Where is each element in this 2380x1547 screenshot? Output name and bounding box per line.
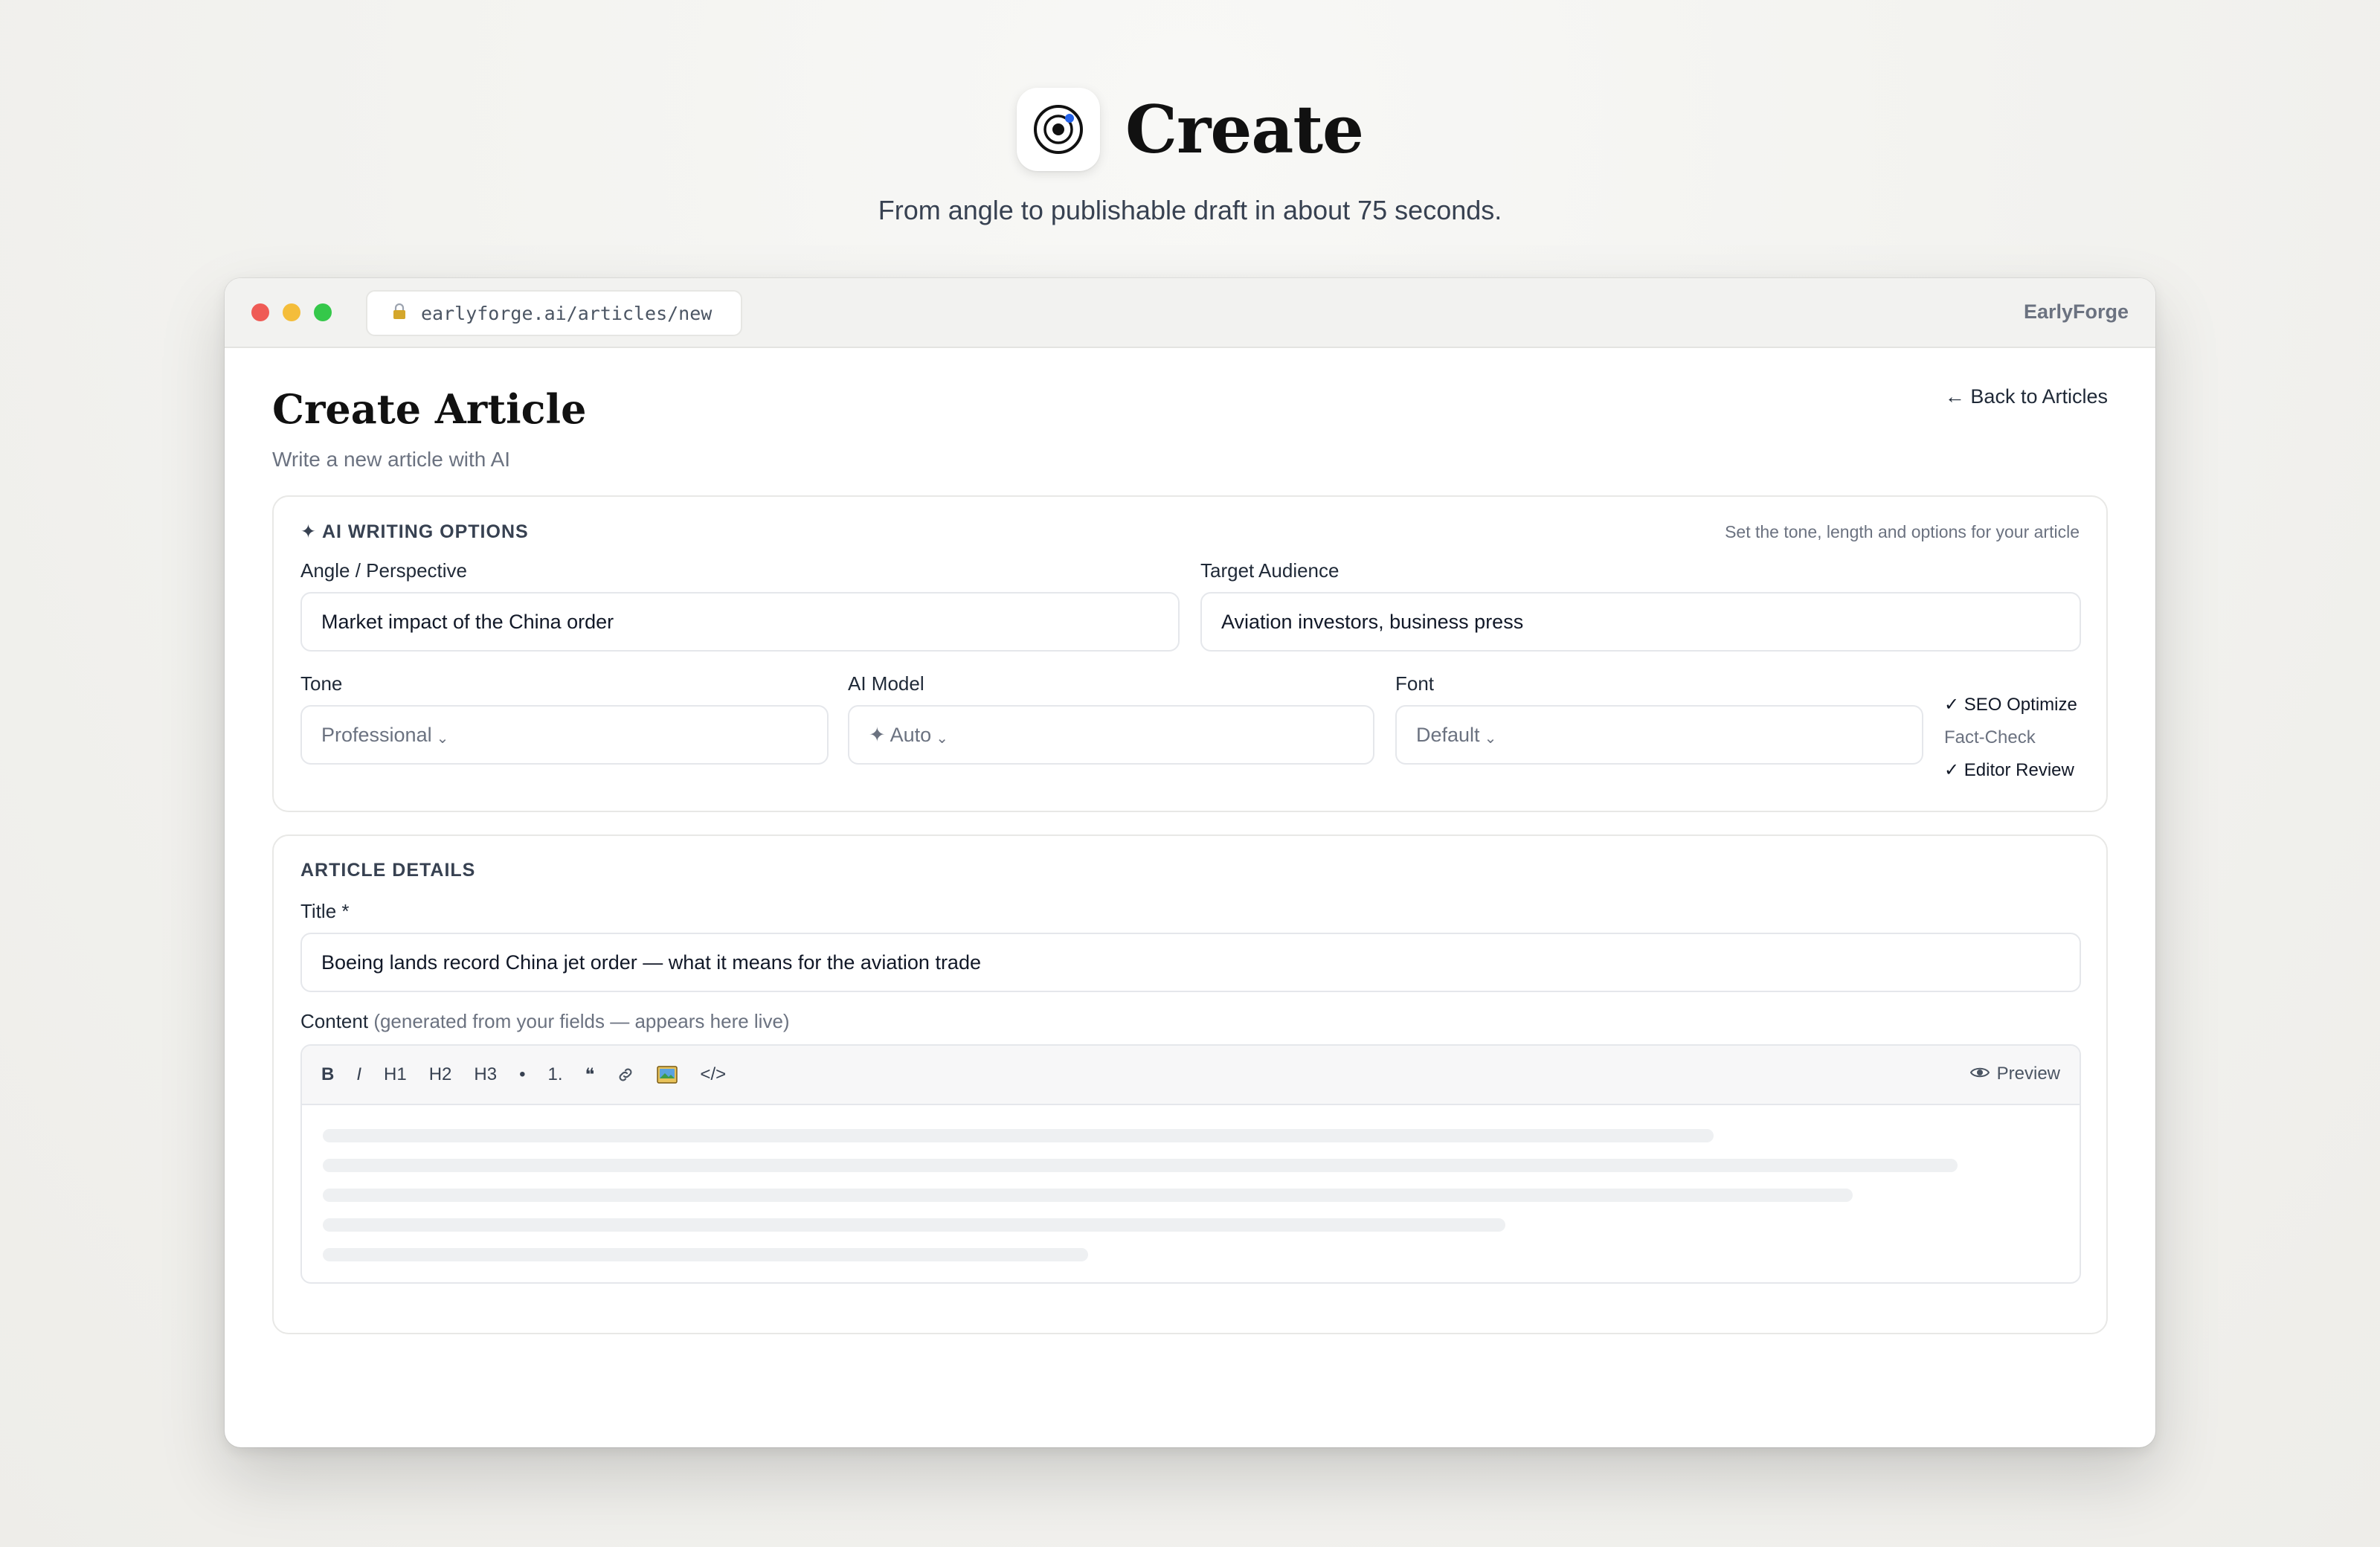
preview-label: Preview: [1996, 1064, 2060, 1084]
bullet-list-button[interactable]: •: [519, 1064, 525, 1085]
italic-button[interactable]: I: [356, 1064, 361, 1085]
content-editor[interactable]: B I H1 H2 H3 • 1. ❝ </> Preview: [300, 1044, 2081, 1284]
quote-button[interactable]: ❝: [585, 1064, 595, 1086]
angle-input[interactable]: Market impact of the China order: [300, 592, 1180, 652]
preview-button[interactable]: Preview: [1969, 1064, 2060, 1084]
page-subtitle: Write a new article with AI: [272, 448, 511, 471]
ai-writing-options-card: ✦ AI WRITING OPTIONS Set the tone, lengt…: [272, 495, 2108, 812]
maximize-window-button[interactable]: [314, 303, 332, 321]
font-label: Font: [1395, 672, 1435, 695]
url-text: earlyforge.ai/articles/new: [421, 302, 713, 324]
skeleton-line: [323, 1189, 1853, 1202]
ai-model-select[interactable]: ✦ Auto ⌄: [848, 705, 1374, 765]
heading1-button[interactable]: H1: [384, 1064, 407, 1085]
content-label: Content (generated from your fields — ap…: [300, 1010, 790, 1033]
minimize-window-button[interactable]: [283, 303, 300, 321]
link-icon[interactable]: [617, 1066, 634, 1084]
app-logo-icon: [1016, 88, 1100, 171]
ai-options-hint: Set the tone, length and options for you…: [1725, 522, 2080, 541]
chevron-down-icon: ⌄: [436, 730, 449, 747]
audience-label: Target Audience: [1200, 559, 1339, 582]
hero-title: Create: [1125, 91, 1364, 168]
title-label: Title *: [300, 900, 350, 922]
hero-header: Create From angle to publishable draft i…: [0, 88, 2380, 226]
skeleton-line: [323, 1129, 1714, 1142]
font-value: Default: [1416, 723, 1480, 746]
font-select[interactable]: Default ⌄: [1395, 705, 1923, 765]
content-hint: (generated from your fields — appears he…: [373, 1010, 790, 1032]
tone-label: Tone: [300, 672, 343, 695]
chevron-down-icon: ⌄: [936, 730, 948, 747]
article-details-heading: ARTICLE DETAILS: [300, 860, 476, 881]
seo-optimize-toggle[interactable]: ✓ SEO Optimize: [1944, 689, 2077, 721]
hero-subtitle: From angle to publishable draft in about…: [878, 195, 1502, 225]
eye-icon: [1969, 1064, 1990, 1084]
tone-value: Professional: [321, 723, 432, 746]
tone-select[interactable]: Professional ⌄: [300, 705, 829, 765]
image-icon[interactable]: [657, 1066, 678, 1084]
editor-toolbar: B I H1 H2 H3 • 1. ❝ </> Preview: [302, 1046, 2080, 1105]
back-to-articles-link[interactable]: ← Back to Articles: [1945, 385, 2108, 408]
close-window-button[interactable]: [251, 303, 269, 321]
page-title: Create Article: [272, 385, 587, 433]
browser-window: earlyforge.ai/articles/new EarlyForge Cr…: [225, 278, 2155, 1447]
heading3-button[interactable]: H3: [474, 1064, 497, 1085]
article-details-card: ARTICLE DETAILS Title * Boeing lands rec…: [272, 834, 2108, 1334]
skeleton-line: [323, 1218, 1505, 1232]
content-skeleton: [302, 1105, 2080, 1282]
lock-icon: [393, 303, 406, 324]
skeleton-line: [323, 1248, 1088, 1261]
skeleton-line: [323, 1159, 1958, 1172]
numbered-list-button[interactable]: 1.: [547, 1064, 562, 1085]
audience-input[interactable]: Aviation investors, business press: [1200, 592, 2081, 652]
heading2-button[interactable]: H2: [429, 1064, 452, 1085]
browser-chrome: earlyforge.ai/articles/new EarlyForge: [225, 278, 2155, 348]
editor-review-toggle[interactable]: ✓ Editor Review: [1944, 754, 2077, 787]
ai-options-heading: ✦ AI WRITING OPTIONS: [300, 521, 529, 542]
code-button[interactable]: </>: [700, 1064, 726, 1085]
title-input[interactable]: Boeing lands record China jet order — wh…: [300, 933, 2081, 992]
angle-label: Angle / Perspective: [300, 559, 468, 582]
fact-check-toggle[interactable]: Fact-Check: [1944, 721, 2077, 754]
bold-button[interactable]: B: [321, 1064, 334, 1085]
brand-label: EarlyForge: [2023, 300, 2129, 323]
option-checks: ✓ SEO Optimize Fact-Check ✓ Editor Revie…: [1944, 689, 2077, 787]
chevron-down-icon: ⌄: [1484, 730, 1497, 747]
model-label: AI Model: [848, 672, 924, 695]
content-label-text: Content: [300, 1010, 369, 1032]
address-bar[interactable]: earlyforge.ai/articles/new: [366, 290, 742, 336]
ai-model-value: ✦ Auto: [869, 723, 932, 746]
